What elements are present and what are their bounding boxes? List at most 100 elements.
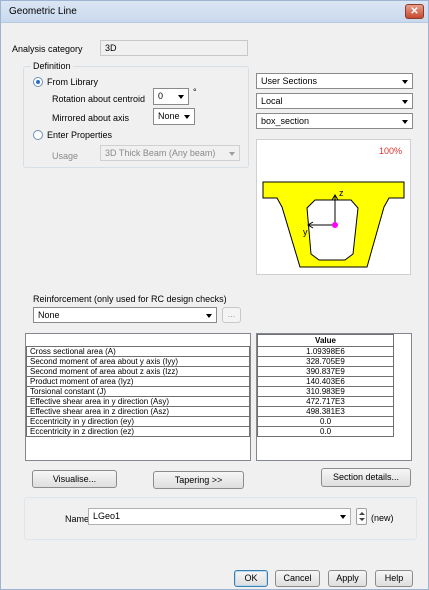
z-axis-label: z bbox=[339, 188, 344, 198]
table-row: 498.381E3 bbox=[257, 406, 394, 417]
apply-button[interactable]: Apply bbox=[328, 570, 367, 587]
table-row: Torsional constant (J) bbox=[26, 386, 250, 397]
chevron-down-icon bbox=[340, 515, 346, 519]
chevron-down-icon bbox=[206, 314, 212, 318]
mirrored-value: None bbox=[158, 111, 180, 121]
table-row: Eccentricity in z direction (ez) bbox=[26, 426, 250, 437]
property-value[interactable]: 390.837E9 bbox=[257, 366, 394, 377]
centroid-marker bbox=[332, 222, 338, 228]
table-row: Eccentricity in y direction (ey) bbox=[26, 416, 250, 427]
window-title: Geometric Line bbox=[9, 6, 77, 17]
y-axis-label: y bbox=[303, 227, 308, 237]
table-row: Cross sectional area (A) bbox=[26, 346, 250, 357]
section-preview: 100% z y bbox=[256, 139, 411, 275]
values-table: Value 1.09398E6 328.705E9 390.837E9 140.403… bbox=[257, 334, 394, 437]
table-row: Second moment of area about z axis (Izz) bbox=[26, 366, 250, 377]
table-row: 328.705E9 bbox=[257, 356, 394, 367]
close-icon: ✕ bbox=[410, 6, 419, 17]
name-label: Name bbox=[65, 514, 90, 524]
usage-select: 3D Thick Beam (Any beam) bbox=[100, 145, 240, 161]
visualise-button[interactable]: Visualise... bbox=[32, 470, 117, 488]
library-source-value: User Sections bbox=[261, 76, 318, 86]
table-row: Product moment of area (Iyz) bbox=[26, 376, 250, 387]
rotation-value: 0 bbox=[158, 91, 164, 101]
close-button[interactable]: ✕ bbox=[405, 4, 424, 19]
property-name: Effective shear area in z direction (Asz… bbox=[26, 406, 250, 417]
table-row: Effective shear area in y direction (Asy… bbox=[26, 396, 250, 407]
table-row: 0.0 bbox=[257, 416, 394, 427]
reinforcement-label: Reinforcement (only used for RC design c… bbox=[33, 294, 227, 304]
table-row: 390.837E9 bbox=[257, 366, 394, 377]
property-name: Eccentricity in y direction (ey) bbox=[26, 416, 250, 427]
table-row: Effective shear area in z direction (Asz… bbox=[26, 406, 250, 417]
rotation-label: Rotation about centroid bbox=[52, 94, 146, 104]
property-value[interactable]: 0.0 bbox=[257, 416, 394, 427]
property-name: Second moment of area about z axis (Izz) bbox=[26, 366, 250, 377]
name-status: (new) bbox=[371, 513, 394, 523]
section-drawing: z y bbox=[262, 181, 405, 268]
library-source-select[interactable]: User Sections bbox=[256, 73, 413, 89]
title-bar: Geometric Line ✕ bbox=[1, 1, 428, 23]
mirrored-label: Mirrored about axis bbox=[52, 113, 130, 123]
reinforcement-select[interactable]: None bbox=[33, 307, 217, 323]
from-library-radio[interactable] bbox=[33, 77, 43, 87]
box-section-void bbox=[306, 199, 359, 261]
tapering-button[interactable]: Tapering >> bbox=[153, 471, 244, 489]
section-select[interactable]: box_section bbox=[256, 113, 413, 129]
property-value[interactable]: 1.09398E6 bbox=[257, 346, 394, 357]
enter-properties-radio[interactable] bbox=[33, 130, 43, 140]
section-value: box_section bbox=[261, 116, 310, 126]
table-row: 310.983E9 bbox=[257, 386, 394, 397]
enter-properties-label: Enter Properties bbox=[47, 130, 113, 140]
property-name: Second moment of area about y axis (Iyy) bbox=[26, 356, 250, 367]
chevron-down-icon bbox=[178, 95, 184, 99]
properties-names-panel: Cross sectional area (A) Second moment of… bbox=[25, 333, 251, 461]
property-name: Effective shear area in y direction (Asy… bbox=[26, 396, 250, 407]
cancel-button[interactable]: Cancel bbox=[275, 570, 320, 587]
table-row: Second moment of area about y axis (Iyy) bbox=[26, 356, 250, 367]
spin-down-icon[interactable] bbox=[359, 518, 365, 521]
analysis-category-value: 3D bbox=[100, 40, 248, 56]
help-button[interactable]: Help bbox=[375, 570, 413, 587]
property-name: Torsional constant (J) bbox=[26, 386, 250, 397]
properties-values-panel: Value 1.09398E6 328.705E9 390.837E9 140.403… bbox=[256, 333, 412, 461]
library-scope-value: Local bbox=[261, 96, 283, 106]
reinforcement-value: None bbox=[38, 310, 60, 320]
chevron-down-icon bbox=[184, 115, 190, 119]
chevron-down-icon bbox=[229, 152, 235, 156]
usage-label-text: Usage bbox=[52, 151, 79, 161]
reinforcement-browse-button: ... bbox=[222, 307, 241, 323]
mirrored-select[interactable]: None bbox=[153, 108, 195, 125]
from-library-label: From Library bbox=[47, 77, 99, 87]
table-row: 0.0 bbox=[257, 426, 394, 437]
chevron-down-icon bbox=[402, 120, 408, 124]
property-value[interactable]: 0.0 bbox=[257, 426, 394, 437]
property-value[interactable]: 140.403E6 bbox=[257, 376, 394, 387]
property-name: Cross sectional area (A) bbox=[26, 346, 250, 357]
property-value[interactable]: 472.717E3 bbox=[257, 396, 394, 407]
table-row: 140.403E6 bbox=[257, 376, 394, 387]
table-row: 472.717E3 bbox=[257, 396, 394, 407]
property-value[interactable]: 498.381E3 bbox=[257, 406, 394, 417]
name-value: LGeo1 bbox=[93, 511, 121, 521]
chevron-down-icon bbox=[402, 100, 408, 104]
spin-up-icon[interactable] bbox=[359, 512, 365, 515]
name-combobox[interactable]: LGeo1 bbox=[88, 508, 351, 525]
properties-header-spacer bbox=[26, 334, 250, 346]
property-value[interactable]: 310.983E9 bbox=[257, 386, 394, 397]
property-name: Eccentricity in z direction (ez) bbox=[26, 426, 250, 437]
properties-table: Cross sectional area (A) Second moment of… bbox=[26, 346, 250, 437]
section-details-button[interactable]: Section details... bbox=[321, 468, 411, 487]
dialog-window: Geometric Line ✕ Analysis category 3D De… bbox=[0, 0, 429, 590]
chevron-down-icon bbox=[402, 80, 408, 84]
property-value[interactable]: 328.705E9 bbox=[257, 356, 394, 367]
ok-button[interactable]: OK bbox=[234, 570, 268, 587]
degree-symbol: ° bbox=[193, 87, 197, 97]
table-row: 1.09398E6 bbox=[257, 346, 394, 357]
library-scope-select[interactable]: Local bbox=[256, 93, 413, 109]
analysis-category-label: Analysis category bbox=[12, 44, 83, 54]
name-spinner[interactable] bbox=[356, 508, 367, 525]
property-name: Product moment of area (Iyz) bbox=[26, 376, 250, 387]
rotation-select[interactable]: 0 bbox=[153, 88, 189, 105]
definition-legend: Definition bbox=[31, 61, 73, 71]
